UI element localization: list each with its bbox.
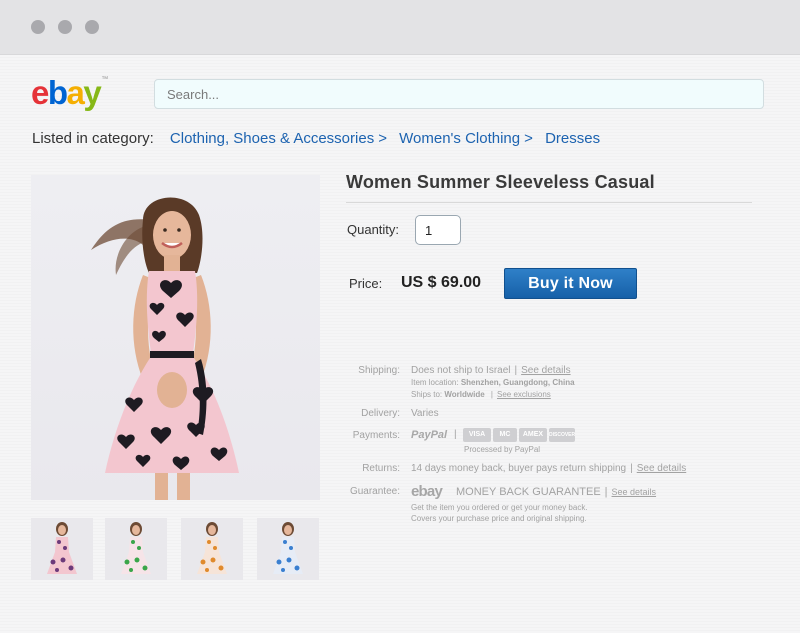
price-label: Price: xyxy=(349,276,383,291)
product-title: Women Summer Sleeveless Casual xyxy=(346,172,655,192)
processed-by-paypal: Processed by PayPal xyxy=(464,445,541,454)
search-input[interactable] xyxy=(154,79,764,109)
visa-card-icon: VISA xyxy=(463,428,491,442)
discover-card-icon: DISCOVER xyxy=(549,428,575,442)
returns-info: 14 days money back, buyer pays return sh… xyxy=(411,463,687,474)
shipping-see-details-link[interactable]: See details xyxy=(521,365,570,376)
thumbnail-pink[interactable] xyxy=(31,518,93,580)
guarantee-line-2: Covers your purchase price and original … xyxy=(411,514,587,523)
returns-label: Returns: xyxy=(362,463,400,474)
product-photo xyxy=(91,197,239,500)
item-location: Item location: Shenzhen, Guangdong, Chin… xyxy=(411,378,575,387)
ebay-logo[interactable]: ebay™ xyxy=(31,76,108,109)
ships-to: Ships to: Worldwide | See exclusions xyxy=(411,390,551,399)
breadcrumb-item[interactable]: Dresses xyxy=(545,130,600,147)
item-location-label: Item location: xyxy=(411,378,459,387)
see-exclusions-link[interactable]: See exclusions xyxy=(497,390,551,399)
quantity-label: Quantity: xyxy=(347,222,400,237)
price-value: US $ 69.00 xyxy=(401,274,482,291)
guarantee-info: MONEY BACK GUARANTEE | See details xyxy=(456,486,657,498)
title-divider xyxy=(346,202,752,203)
guarantee-line-1: Get the item you ordered or get your mon… xyxy=(411,503,588,512)
delivery-label: Delivery: xyxy=(361,408,400,419)
returns-see-details-link[interactable]: See details xyxy=(637,463,686,474)
thumbnail-orange[interactable] xyxy=(181,518,243,580)
window-titlebar xyxy=(0,0,800,55)
breadcrumb: Listed in category: Clothing, Shoes & Ac… xyxy=(32,130,600,147)
paypal-logo: PayPal xyxy=(411,429,448,441)
ships-to-value: Worldwide xyxy=(444,390,485,399)
item-location-value: Shenzhen, Guangdong, China xyxy=(460,378,575,387)
thumbnail-photo xyxy=(121,522,151,574)
thumbnail-photo xyxy=(47,522,77,574)
amex-card-icon: AMEX xyxy=(519,428,547,442)
ebay-guarantee-logo: ebay xyxy=(411,483,443,500)
delivery-value: Varies xyxy=(411,408,439,419)
guarantee-see-details-link[interactable]: See details xyxy=(612,487,657,497)
shipping-info: Does not ship to Israel | See details xyxy=(411,365,571,376)
product-main-image[interactable] xyxy=(31,175,320,500)
returns-value: 14 days money back, buyer pays return sh… xyxy=(411,463,627,474)
shipping-label: Shipping: xyxy=(358,365,400,376)
buy-it-now-button[interactable]: Buy it Now xyxy=(504,268,637,299)
mastercard-icon: MC xyxy=(493,428,517,442)
breadcrumb-separator: > xyxy=(524,130,533,147)
breadcrumb-separator: > xyxy=(378,130,387,147)
guarantee-label: Guarantee: xyxy=(349,486,400,497)
guarantee-title: MONEY BACK GUARANTEE xyxy=(456,486,601,498)
window-dot-close[interactable] xyxy=(31,20,45,34)
browser-window: ebay™ Listed in category: Clothing, Shoe… xyxy=(0,0,800,633)
thumbnail-blue[interactable] xyxy=(257,518,319,580)
breadcrumb-item[interactable]: Clothing, Shoes & Accessories xyxy=(170,130,374,147)
quantity-input[interactable] xyxy=(415,215,461,245)
thumbnail-photo xyxy=(197,522,227,574)
thumbnail-green[interactable] xyxy=(105,518,167,580)
breadcrumb-item[interactable]: Women's Clothing xyxy=(399,130,520,147)
window-dot-minimize[interactable] xyxy=(58,20,72,34)
breadcrumb-label: Listed in category: xyxy=(32,130,154,147)
window-dot-maximize[interactable] xyxy=(85,20,99,34)
shipping-value: Does not ship to Israel xyxy=(411,365,511,376)
thumbnail-photo xyxy=(273,522,303,574)
ships-to-label: Ships to: xyxy=(411,390,443,399)
payments-label: Payments: xyxy=(352,430,400,441)
payment-divider: | xyxy=(454,429,457,440)
